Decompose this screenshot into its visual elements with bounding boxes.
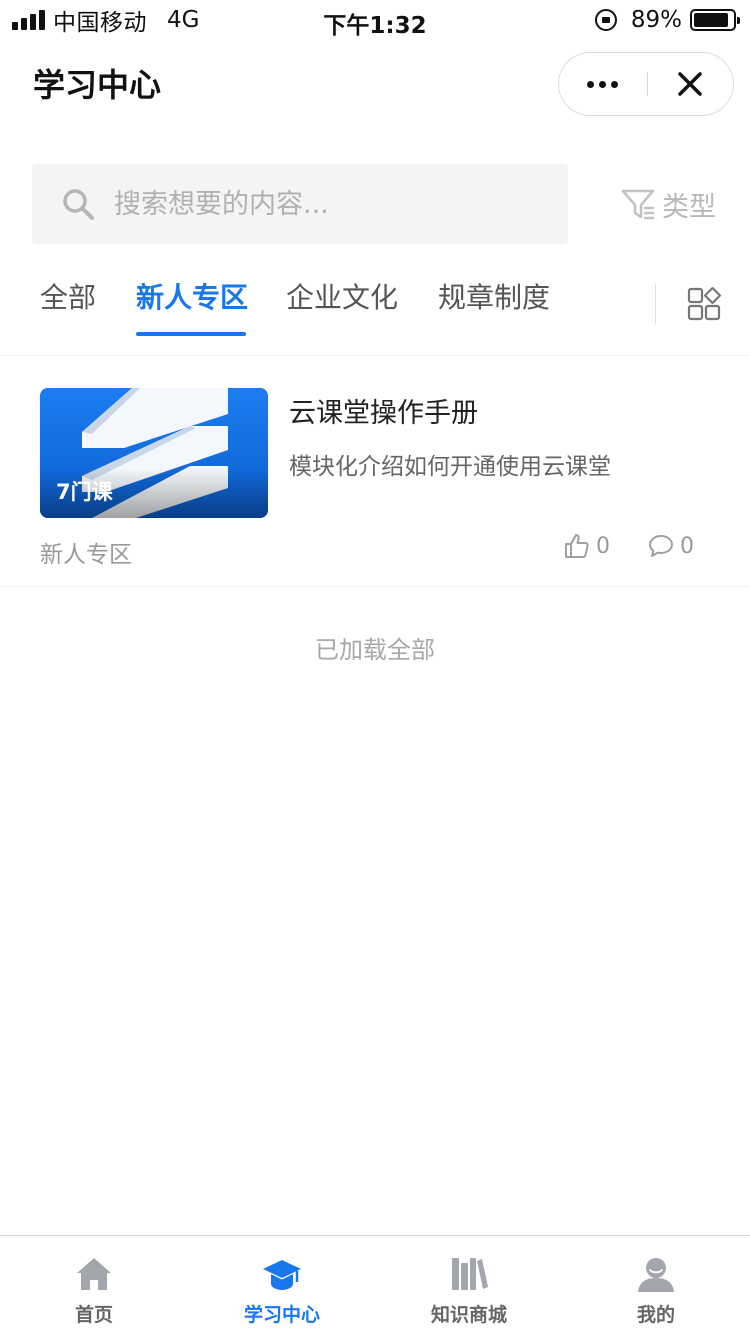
- tab-newcomer-zone[interactable]: 新人专区: [136, 276, 248, 316]
- status-right: 89%: [594, 6, 740, 34]
- tabbar-knowledge-store-label: 知识商城: [430, 1304, 507, 1326]
- list-end-indicator: 已加载全部: [315, 636, 435, 664]
- course-category: 新人专区: [40, 542, 132, 568]
- category-grid-icon[interactable]: [686, 286, 722, 322]
- course-count-badge: 7门课: [56, 480, 113, 504]
- search-input[interactable]: [114, 188, 544, 220]
- more-button[interactable]: [559, 52, 647, 116]
- close-button[interactable]: [648, 52, 734, 116]
- battery-icon: [690, 9, 740, 31]
- tab-corporate-culture[interactable]: 企业文化: [286, 276, 398, 316]
- battery-percent: 89%: [630, 7, 682, 33]
- tabbar-home-label: 首页: [74, 1304, 113, 1326]
- comment-count: 0: [680, 533, 694, 559]
- type-filter-label: 类型: [662, 191, 716, 223]
- search-icon: [63, 189, 94, 220]
- tabbar-profile-label: 我的: [636, 1304, 675, 1326]
- comment-button[interactable]: 0: [648, 533, 694, 559]
- like-count: 0: [596, 533, 610, 559]
- home-icon: [77, 1258, 111, 1290]
- tabs-divider: [655, 284, 656, 324]
- tabbar-profile[interactable]: 我的: [562, 1236, 750, 1334]
- comment-icon: [649, 535, 673, 557]
- course-title: 云课堂操作手册: [289, 398, 478, 429]
- status-bar: 中国移动 4G 下午1:32 89%: [0, 0, 750, 40]
- active-tab-indicator: [136, 332, 246, 336]
- tabbar-home[interactable]: 首页: [0, 1236, 188, 1334]
- rotation-lock-icon: [594, 9, 617, 31]
- tab-all[interactable]: 全部: [40, 276, 96, 316]
- page-title: 学习中心: [33, 66, 162, 104]
- books-icon: [452, 1258, 488, 1290]
- page: 中国移动 4G 下午1:32 89% 学习中心 搜索想要的内容... 类型 全部…: [0, 0, 750, 1334]
- close-icon: [678, 72, 702, 96]
- more-dots-icon: [587, 80, 595, 88]
- tabbar-learning-center[interactable]: 学习中心: [188, 1236, 376, 1334]
- search-bar[interactable]: [32, 164, 568, 244]
- bottom-tab-bar: 首页 学习中心 知识商城 我的: [0, 1235, 750, 1334]
- like-button[interactable]: 0: [564, 533, 610, 559]
- course-thumbnail: 7门课: [40, 388, 268, 518]
- mini-program-capsule: [558, 52, 734, 116]
- filter-icon: [621, 189, 655, 220]
- course-description: 模块化介绍如何开通使用云课堂: [289, 454, 611, 480]
- graduation-cap-icon: [263, 1260, 301, 1290]
- user-icon: [638, 1258, 674, 1292]
- tab-rules-regulations[interactable]: 规章制度: [438, 276, 550, 316]
- battery-fill: [694, 13, 728, 27]
- category-tabs: 全部 新人专区 企业文化 规章制度: [0, 264, 750, 356]
- tabbar-learning-center-label: 学习中心: [243, 1304, 320, 1326]
- tabbar-knowledge-store[interactable]: 知识商城: [375, 1236, 563, 1334]
- thumbs-up-icon: [565, 534, 589, 558]
- type-filter-button[interactable]: 类型: [620, 184, 716, 224]
- course-card[interactable]: 7门课 云课堂操作手册 模块化介绍如何开通使用云课堂 新人专区 0 0: [0, 357, 750, 587]
